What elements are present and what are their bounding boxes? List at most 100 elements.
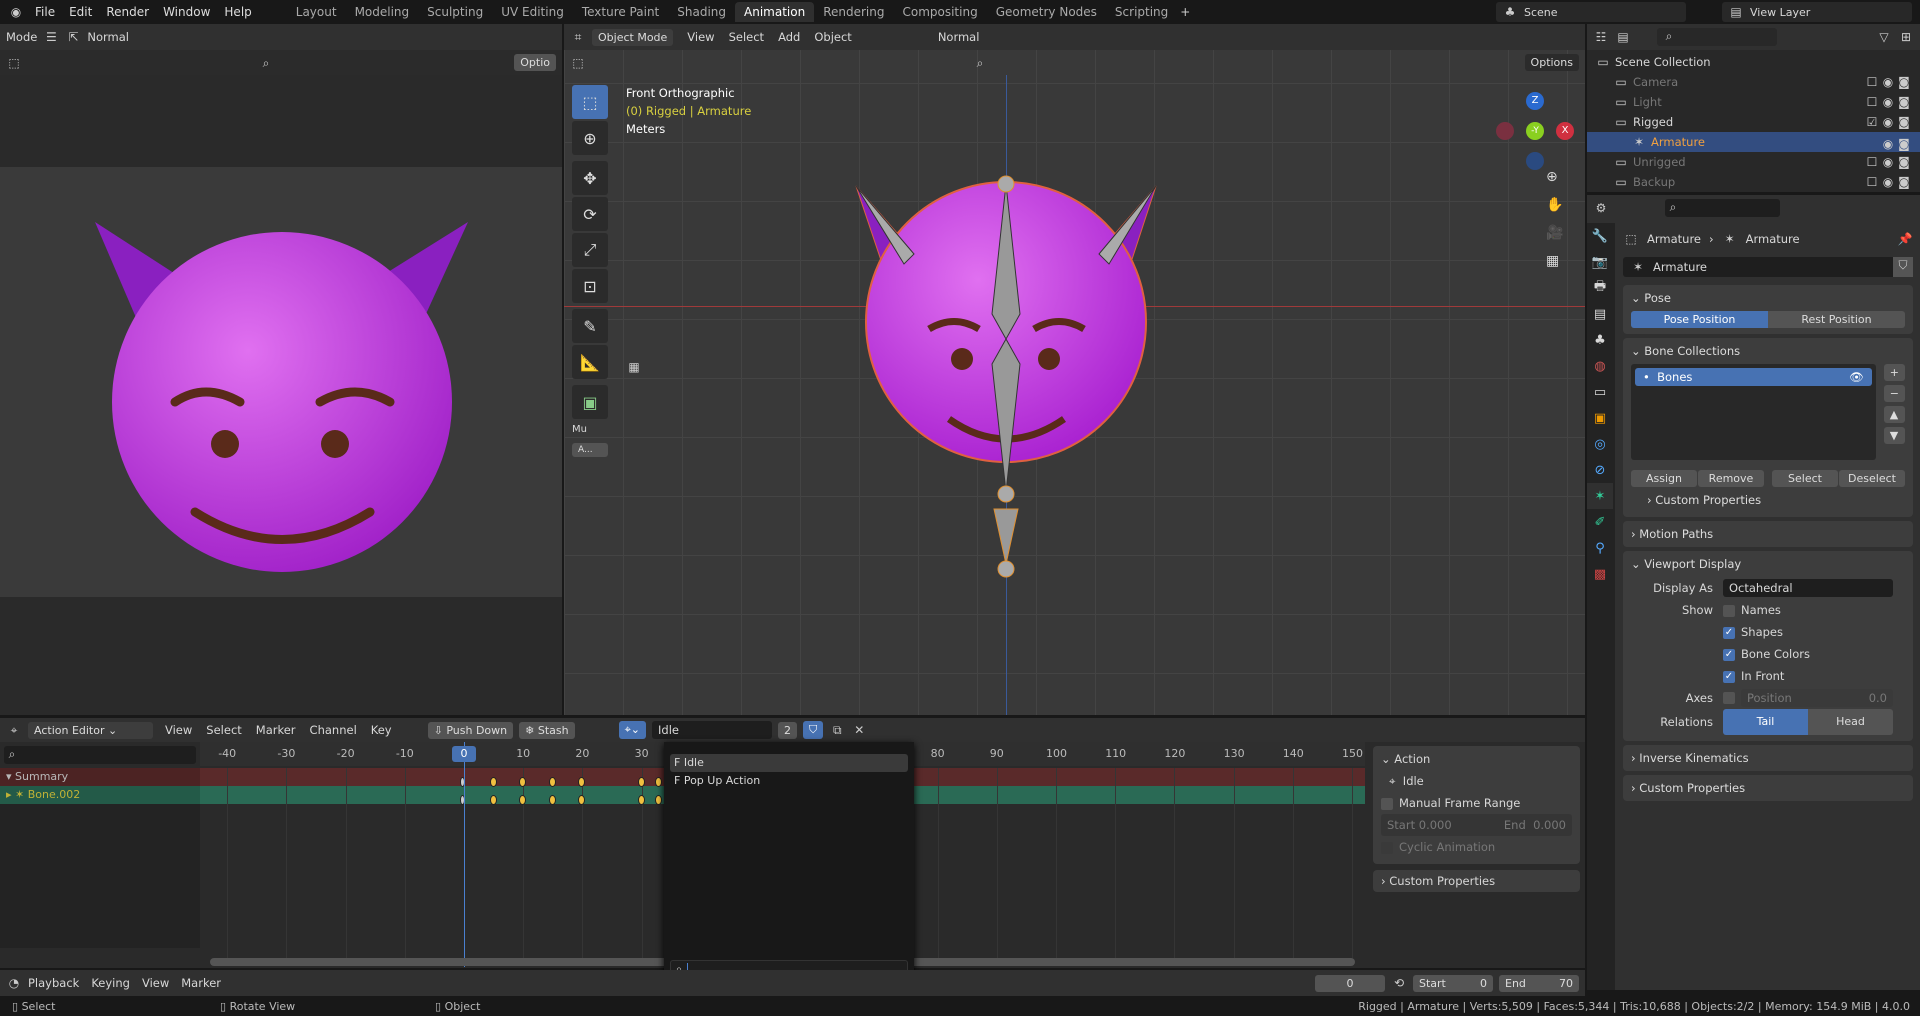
measure-tool-icon[interactable]: 📐 — [572, 345, 608, 379]
visibility-eye-icon[interactable]: ◉ — [1880, 94, 1896, 110]
add-collection-icon[interactable]: + — [1883, 364, 1905, 381]
add-workspace-icon[interactable]: + — [1177, 4, 1193, 20]
fake-user-shield-icon[interactable]: ⛉ — [1893, 257, 1913, 277]
constraints-tab-icon[interactable]: ⊘ — [1587, 457, 1613, 483]
outliner-item[interactable]: ✶ Armature ◉ ◙ — [1587, 132, 1920, 152]
pan-hand-icon[interactable]: ✋ — [1546, 197, 1563, 213]
outliner-item[interactable]: ▭ Rigged ☑ ◉ ◙ — [1587, 112, 1920, 132]
view-layer-selector[interactable]: ▤ View Layer — [1722, 2, 1912, 22]
exclude-checkbox-icon[interactable]: ☐ — [1864, 174, 1880, 190]
menu-key[interactable]: Key — [371, 723, 392, 737]
menu-view[interactable]: View — [687, 30, 714, 44]
select-button[interactable]: Select — [1772, 470, 1838, 487]
3d-viewport[interactable]: ⌗ Object Mode View Select Add Object Normal… — [564, 24, 1585, 715]
zoom-icon[interactable]: ⊕ — [1546, 169, 1563, 185]
render-camera-icon[interactable]: ◙ — [1896, 174, 1912, 190]
object-tab-icon[interactable]: ▣ — [1587, 405, 1613, 431]
tab-texture-paint[interactable]: Texture Paint — [573, 2, 668, 22]
rest-position-button[interactable]: Rest Position — [1768, 311, 1905, 328]
in-front-checkbox[interactable]: ✓ In Front — [1623, 665, 1913, 687]
menu-view[interactable]: View — [165, 723, 192, 737]
tab-layout[interactable]: Layout — [287, 2, 346, 22]
motion-paths-panel[interactable]: › Motion Paths — [1623, 521, 1913, 547]
tool-tab-icon[interactable]: 🔧 — [1587, 223, 1613, 249]
axes-checkbox[interactable] — [1723, 692, 1735, 704]
render-tab-icon[interactable]: 📷 — [1587, 249, 1613, 275]
editor-type-icon[interactable]: ⚙ — [1593, 200, 1609, 216]
exclude-checkbox-icon[interactable]: ☐ — [1864, 94, 1880, 110]
end-frame-field[interactable]: End 70 — [1499, 974, 1579, 992]
render-camera-icon[interactable]: ◙ — [1896, 114, 1912, 130]
select-tool-icon[interactable]: ⬚ — [572, 85, 608, 119]
bone-collection-list[interactable]: • Bones 👁 — [1631, 364, 1876, 460]
stash-button[interactable]: ❄ Stash — [519, 721, 575, 739]
deselect-button[interactable]: Deselect — [1839, 470, 1905, 487]
keyframe[interactable] — [637, 777, 645, 787]
render-camera-icon[interactable]: ◙ — [1896, 74, 1912, 90]
bone-collection-custom-props[interactable]: › Custom Properties — [1623, 487, 1913, 513]
editor-type-icon[interactable]: ⌖ — [6, 722, 22, 738]
dropdown-item[interactable]: F Idle — [670, 754, 908, 772]
tab-shading[interactable]: Shading — [668, 2, 735, 22]
physics-tab-icon[interactable]: ◎ — [1587, 431, 1613, 457]
inverse-kinematics-panel[interactable]: › Inverse Kinematics — [1623, 745, 1913, 771]
menu-help[interactable]: Help — [217, 5, 258, 19]
filter-icon[interactable]: ▽ — [1876, 29, 1892, 45]
camera-view-icon[interactable]: 🎥 — [1546, 225, 1563, 241]
editor-mode-dropdown[interactable]: Action Editor ⌄ — [28, 721, 153, 739]
menu-edit[interactable]: Edit — [62, 5, 99, 19]
outliner-search-input[interactable]: ⌕ — [1657, 28, 1777, 46]
annotate-tool-icon[interactable]: ✎ — [572, 309, 608, 343]
unlink-action-icon[interactable]: ✕ — [851, 722, 867, 738]
menu-add[interactable]: Add — [778, 30, 800, 44]
pin-icon[interactable]: 📌 — [1897, 231, 1913, 247]
output-tab-icon[interactable]: 🖶 — [1587, 275, 1613, 301]
action-panel-header[interactable]: ⌄ Action — [1381, 748, 1572, 770]
navigation-gizmo[interactable]: Z -Y X — [1496, 92, 1576, 172]
orientation-dropdown[interactable]: Normal — [87, 30, 129, 44]
menu-icon[interactable]: ☰ — [43, 29, 59, 45]
armature-data-field[interactable]: ✶ Armature ⛉ — [1623, 257, 1913, 277]
tab-uv-editing[interactable]: UV Editing — [492, 2, 573, 22]
camera-overlay-icon[interactable]: ▦ — [626, 359, 642, 375]
bone-collections-header[interactable]: ⌄ Bone Collections — [1623, 338, 1913, 364]
action-custom-properties-panel[interactable]: › Custom Properties — [1373, 870, 1580, 892]
scene-selector[interactable]: ♣ Scene — [1496, 2, 1686, 22]
keyframe[interactable] — [637, 795, 645, 805]
menu-select[interactable]: Select — [729, 30, 764, 44]
cursor-tool-icon[interactable]: ⊕ — [572, 121, 608, 155]
object-mode-dropdown[interactable]: Object Mode — [592, 28, 674, 46]
visibility-eye-icon[interactable]: ◉ — [1880, 114, 1896, 130]
menu-select[interactable]: Select — [206, 723, 241, 737]
push-down-button[interactable]: ⇩ Push Down — [427, 721, 514, 739]
render-camera-icon[interactable]: ◙ — [1896, 136, 1912, 152]
action-name-field[interactable]: Idle — [652, 721, 773, 739]
remove-collection-icon[interactable]: − — [1883, 385, 1905, 402]
menu-marker[interactable]: Marker — [181, 976, 221, 990]
outliner-item[interactable]: ▭ Unrigged ☐ ◉ ◙ — [1587, 152, 1920, 172]
display-as-dropdown[interactable]: Octahedral — [1723, 579, 1893, 597]
select-box-icon[interactable]: ⬚ — [570, 55, 586, 71]
keyframe[interactable] — [489, 777, 497, 787]
tab-sculpting[interactable]: Sculpting — [418, 2, 492, 22]
exclude-checkbox-icon[interactable]: ☐ — [1864, 154, 1880, 170]
exclude-checkbox-icon[interactable]: ☐ — [1864, 74, 1880, 90]
tab-scripting[interactable]: Scripting — [1106, 2, 1177, 22]
outliner-item[interactable]: ▭ Backup ☐ ◉ ◙ — [1587, 172, 1920, 192]
visibility-eye-icon[interactable]: 👁 — [1849, 370, 1864, 384]
select-box-icon[interactable]: ⬚ — [6, 55, 22, 71]
tab-geometry-nodes[interactable]: Geometry Nodes — [987, 2, 1106, 22]
keyframe[interactable] — [548, 795, 556, 805]
exclude-checkbox-icon[interactable] — [1864, 132, 1880, 148]
assign-button[interactable]: Assign — [1631, 470, 1697, 487]
render-camera-icon[interactable]: ◙ — [1896, 154, 1912, 170]
rotate-tool-icon[interactable]: ⟳ — [572, 197, 608, 231]
filter-view-icon[interactable]: ▤ — [1615, 29, 1631, 45]
move-tool-icon[interactable]: ✥ — [572, 161, 608, 195]
move-up-icon[interactable]: ▲ — [1883, 406, 1905, 423]
shapes-checkbox[interactable]: ✓ Shapes — [1623, 621, 1913, 643]
visibility-eye-icon[interactable]: ◉ — [1880, 174, 1896, 190]
browse-action-button[interactable]: ⌖⌄ — [618, 721, 647, 739]
viewport-display-header[interactable]: ⌄ Viewport Display — [1623, 551, 1913, 577]
mode-dropdown[interactable]: Mode — [6, 30, 37, 44]
